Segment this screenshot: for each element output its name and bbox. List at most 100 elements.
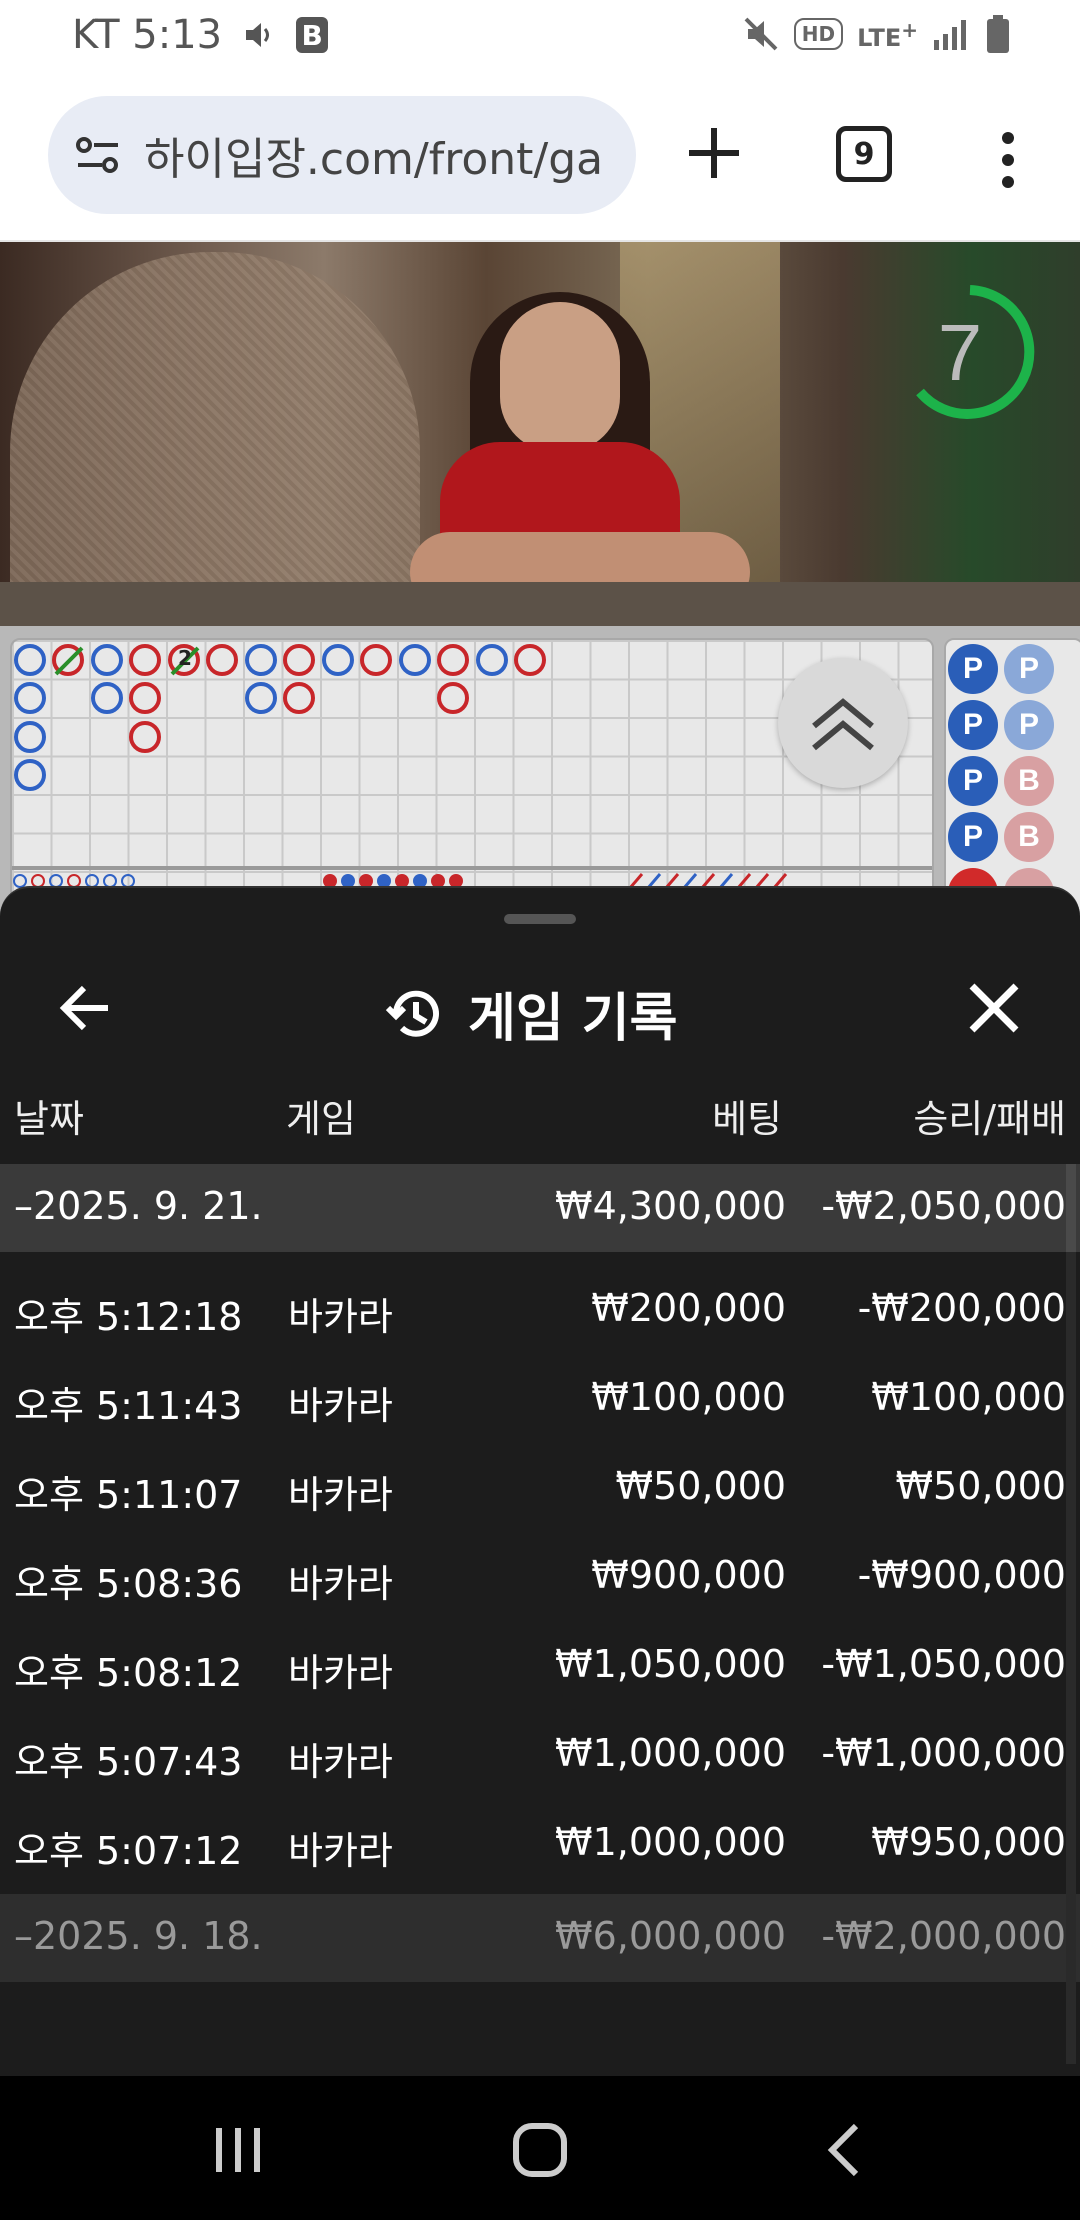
- row-bet: ₩200,000: [591, 1286, 786, 1330]
- battery-icon: [987, 15, 1009, 53]
- row-game: 바카라: [288, 1562, 393, 1606]
- row-game: 바카라: [288, 1651, 393, 1695]
- board-divider: [12, 866, 932, 870]
- row-result: -₩900,000: [857, 1553, 1066, 1597]
- row-time: 오후 5:07:12: [14, 1829, 243, 1873]
- roadmap-panel: 2 P P P P P B P B: [0, 626, 1080, 938]
- scrollbar-track[interactable]: [1066, 1164, 1076, 2064]
- bead-player: P: [948, 756, 998, 806]
- tie-slash-icon: [54, 646, 84, 676]
- table-row[interactable]: 오후 5:08:12 바카라 ₩1,050,000 -₩1,050,000: [0, 1630, 1080, 1704]
- carrier-time: KT 5:13: [72, 12, 223, 58]
- row-bet: ₩900,000: [591, 1553, 786, 1597]
- row-time: 오후 5:08:12: [14, 1651, 243, 1695]
- bead-player: P: [1004, 644, 1054, 694]
- day-bet-total: ₩6,000,000: [555, 1914, 786, 1958]
- row-game: 바카라: [288, 1829, 393, 1873]
- tab-switcher-button[interactable]: 9: [836, 126, 892, 182]
- double-chevron-up-icon: [812, 698, 874, 751]
- player-mark: [245, 644, 277, 676]
- status-left: KT 5:13 B: [72, 12, 329, 58]
- row-result: ₩50,000: [895, 1464, 1066, 1508]
- scrollbar-thumb[interactable]: [1066, 1164, 1076, 1252]
- player-mark: [245, 682, 277, 714]
- column-header-win-loss[interactable]: 승리/패배: [800, 1088, 1066, 1143]
- player-mark: [91, 682, 123, 714]
- sheet-title: 게임 기록: [384, 976, 677, 1051]
- lte-icon: LTE+: [857, 18, 918, 52]
- table-row[interactable]: 오후 5:08:36 바카라 ₩900,000 -₩900,000: [0, 1541, 1080, 1615]
- bead-player: P: [948, 644, 998, 694]
- system-navigation-bar: [0, 2076, 1080, 2220]
- back-icon[interactable]: [822, 2122, 866, 2178]
- status-bar: KT 5:13 B HD LTE+: [0, 0, 1080, 78]
- row-result: -₩1,000,000: [821, 1731, 1066, 1775]
- column-header-date[interactable]: 날짜: [14, 1088, 84, 1143]
- banker-mark: [360, 644, 392, 676]
- back-arrow-icon[interactable]: [56, 978, 116, 1038]
- row-game: 바카라: [288, 1473, 393, 1517]
- table-row[interactable]: 오후 5:12:18 바카라 ₩200,000 -₩200,000: [0, 1274, 1080, 1348]
- mute-icon: [744, 17, 778, 51]
- banker-mark: [129, 682, 161, 714]
- bead-player: P: [948, 812, 998, 862]
- table-row[interactable]: 오후 5:11:43 바카라 ₩100,000 ₩100,000: [0, 1363, 1080, 1437]
- day-group-header[interactable]: –2025. 9. 21. ₩4,300,000 -₩2,050,000: [0, 1164, 1080, 1252]
- game-history-sheet: 게임 기록 날짜 게임 베팅 승리/패배 –2025. 9. 21. ₩4,30…: [0, 886, 1080, 2076]
- row-result: -₩200,000: [857, 1286, 1066, 1330]
- row-bet: ₩100,000: [591, 1375, 786, 1419]
- column-header-game[interactable]: 게임: [286, 1088, 356, 1143]
- day-label: –2025. 9. 21.: [14, 1184, 263, 1228]
- player-mark: [14, 682, 46, 714]
- player-mark: [399, 644, 431, 676]
- table-row[interactable]: 오후 5:11:07 바카라 ₩50,000 ₩50,000: [0, 1452, 1080, 1526]
- banker-mark: [129, 721, 161, 753]
- banker-mark: [437, 644, 469, 676]
- day-bet-total: ₩4,300,000: [555, 1184, 786, 1228]
- bead-player: P: [948, 700, 998, 750]
- tie-count: 2: [178, 646, 192, 670]
- table-row[interactable]: 오후 5:07:12 바카라 ₩1,000,000 ₩950,000: [0, 1808, 1080, 1882]
- close-icon[interactable]: [964, 978, 1024, 1038]
- bead-banker: B: [1004, 756, 1054, 806]
- row-bet: ₩1,000,000: [555, 1731, 786, 1775]
- player-mark: [14, 759, 46, 791]
- sheet-header: 게임 기록: [0, 948, 1080, 1068]
- player-mark: [14, 644, 46, 676]
- banker-mark: [129, 644, 161, 676]
- url-text[interactable]: 하이입장.com/front/ga: [144, 123, 614, 187]
- player-mark: [14, 721, 46, 753]
- b-badge-icon: B: [296, 17, 329, 53]
- row-bet: ₩50,000: [615, 1464, 786, 1508]
- row-time: 오후 5:11:43: [14, 1384, 243, 1428]
- row-bet: ₩1,000,000: [555, 1820, 786, 1864]
- home-icon[interactable]: [510, 2120, 570, 2180]
- bead-player: P: [1004, 700, 1054, 750]
- live-video[interactable]: 7: [0, 242, 1080, 626]
- volume-icon: [246, 23, 270, 47]
- hd-icon: HD: [793, 18, 844, 50]
- banker-mark: [283, 644, 315, 676]
- more-menu-icon[interactable]: [996, 130, 1020, 190]
- day-result-total: -₩2,050,000: [821, 1184, 1066, 1228]
- row-bet: ₩1,050,000: [555, 1642, 786, 1686]
- day-group-header[interactable]: –2025. 9. 18. ₩6,000,000 -₩2,000,000: [0, 1894, 1080, 1982]
- row-result: ₩100,000: [871, 1375, 1066, 1419]
- player-mark: [91, 644, 123, 676]
- sheet-drag-handle[interactable]: [504, 914, 576, 924]
- column-header-bet[interactable]: 베팅: [560, 1088, 782, 1143]
- expand-roadmap-button[interactable]: [778, 658, 908, 788]
- row-result: ₩950,000: [871, 1820, 1066, 1864]
- banker-mark: [283, 682, 315, 714]
- day-label: –2025. 9. 18.: [14, 1914, 263, 1958]
- bead-banker: B: [1004, 812, 1054, 862]
- new-tab-button[interactable]: [684, 118, 744, 188]
- gaming-table: [0, 582, 1080, 626]
- countdown-value: 7: [938, 308, 983, 397]
- player-mark: [322, 644, 354, 676]
- site-settings-icon[interactable]: [72, 133, 124, 177]
- address-bar[interactable]: 하이입장.com/front/ga: [48, 96, 636, 214]
- recent-apps-icon[interactable]: [210, 2122, 266, 2178]
- table-row[interactable]: 오후 5:07:43 바카라 ₩1,000,000 -₩1,000,000: [0, 1719, 1080, 1793]
- row-game: 바카라: [288, 1740, 393, 1784]
